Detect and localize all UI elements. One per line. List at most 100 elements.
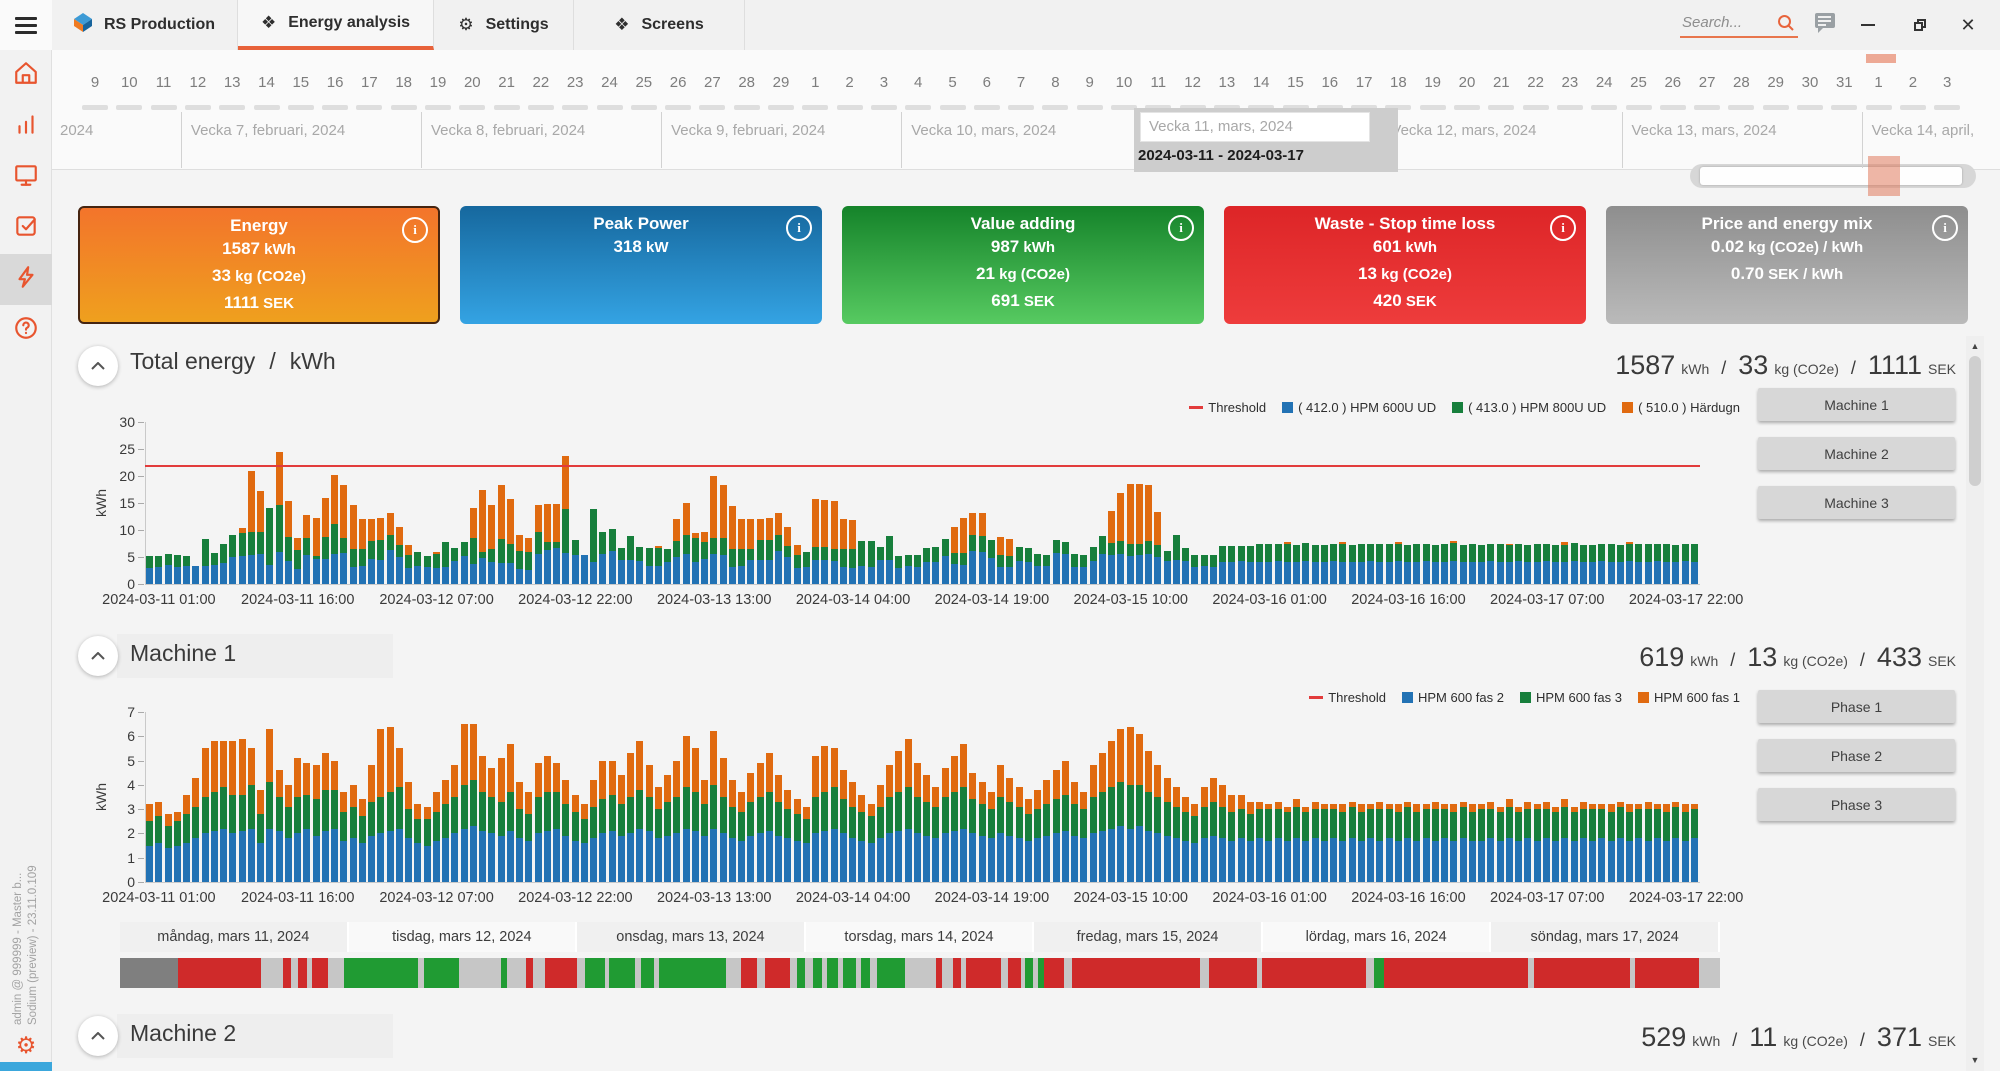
machine-3-button[interactable]: Machine 3 bbox=[1758, 486, 1955, 519]
timeline-day-number[interactable]: 26 bbox=[670, 74, 687, 91]
phase-3-button[interactable]: Phase 3 bbox=[1758, 788, 1955, 821]
status-segment[interactable] bbox=[805, 958, 813, 988]
timeline-day-number[interactable]: 23 bbox=[567, 74, 584, 91]
sidebar-item-energy[interactable] bbox=[0, 254, 52, 305]
day-header[interactable]: tisdag, mars 12, 2024 bbox=[349, 922, 578, 952]
status-segment[interactable] bbox=[261, 958, 283, 988]
status-segment[interactable] bbox=[726, 958, 740, 988]
status-segment[interactable] bbox=[507, 958, 526, 988]
day-header[interactable]: söndag, mars 17, 2024 bbox=[1491, 922, 1720, 952]
timeline-day-number[interactable]: 11 bbox=[1151, 74, 1167, 91]
timeline-day-number[interactable]: 26 bbox=[1664, 74, 1681, 91]
timeline-day-number[interactable]: 13 bbox=[224, 74, 241, 91]
status-segment[interactable] bbox=[1384, 958, 1528, 988]
timeline-day-number[interactable]: 28 bbox=[1733, 74, 1750, 91]
timeline-day-number[interactable]: 6 bbox=[983, 74, 991, 91]
search-input[interactable]: Search... bbox=[1680, 10, 1798, 40]
status-segment[interactable] bbox=[283, 958, 291, 988]
restore-window-button[interactable] bbox=[1900, 0, 1940, 50]
range-selector-position-band[interactable] bbox=[1868, 156, 1900, 196]
status-segment[interactable] bbox=[298, 958, 308, 988]
status-segment[interactable] bbox=[861, 958, 871, 988]
status-segment[interactable] bbox=[609, 958, 635, 988]
timeline-day-number[interactable]: 29 bbox=[773, 74, 790, 91]
day-header[interactable]: fredag, mars 15, 2024 bbox=[1034, 922, 1263, 952]
timeline-day-number[interactable]: 13 bbox=[1219, 74, 1236, 91]
timeline-day-number[interactable]: 1 bbox=[1874, 74, 1882, 91]
status-segment[interactable] bbox=[1699, 958, 1720, 988]
status-segment[interactable] bbox=[1044, 958, 1063, 988]
status-segment[interactable] bbox=[797, 958, 805, 988]
status-segment[interactable] bbox=[1635, 958, 1699, 988]
timeline-day-number[interactable]: 15 bbox=[292, 74, 309, 91]
timeline-day-number[interactable]: 29 bbox=[1767, 74, 1784, 91]
hamburger-menu-icon[interactable] bbox=[0, 0, 52, 50]
tab-screens[interactable]: ❖Screens bbox=[574, 0, 745, 50]
timeline-day-number[interactable]: 21 bbox=[498, 74, 515, 91]
timeline-day-number[interactable]: 9 bbox=[1086, 74, 1094, 91]
timeline-day-number[interactable]: 5 bbox=[948, 74, 956, 91]
status-segment[interactable] bbox=[741, 958, 757, 988]
status-segment[interactable] bbox=[757, 958, 765, 988]
settings-gear-icon[interactable]: ⚙ bbox=[0, 1032, 52, 1059]
status-segment[interactable] bbox=[843, 958, 856, 988]
timeline-day-number[interactable]: 7 bbox=[1017, 74, 1025, 91]
tab-rs-production[interactable]: RS Production bbox=[52, 0, 238, 50]
status-segment[interactable] bbox=[1072, 958, 1200, 988]
status-segment[interactable] bbox=[1534, 958, 1630, 988]
sidebar-item-help[interactable] bbox=[0, 305, 52, 356]
timeline-day-number[interactable]: 3 bbox=[880, 74, 888, 91]
status-segment[interactable] bbox=[827, 958, 838, 988]
week-label[interactable]: Vecka 7, februari, 2024 bbox=[191, 122, 345, 139]
status-segment[interactable] bbox=[545, 958, 577, 988]
timeline-day-number[interactable]: 30 bbox=[1802, 74, 1819, 91]
kpi-card-energy[interactable]: Energyi1587 kWh33 kg (CO2e)1111 SEK bbox=[78, 206, 440, 324]
timeline-day-number[interactable]: 1 bbox=[811, 74, 819, 91]
kpi-card-waste-stop-time-loss[interactable]: Waste - Stop time lossi601 kWh13 kg (CO2… bbox=[1224, 206, 1586, 324]
status-segment[interactable] bbox=[659, 958, 726, 988]
status-segment[interactable] bbox=[459, 958, 501, 988]
status-segment[interactable] bbox=[1064, 958, 1072, 988]
status-segment[interactable] bbox=[1200, 958, 1210, 988]
day-header[interactable]: lördag, mars 16, 2024 bbox=[1263, 922, 1492, 952]
timeline-day-number[interactable]: 24 bbox=[1596, 74, 1613, 91]
status-segment[interactable] bbox=[966, 958, 1001, 988]
timeline-day-number[interactable]: 11 bbox=[156, 74, 172, 91]
timeline-day-number[interactable]: 10 bbox=[121, 74, 138, 91]
timeline-day-number[interactable]: 24 bbox=[601, 74, 618, 91]
machine-1-button[interactable]: Machine 1 bbox=[1758, 388, 1955, 421]
tab-energy-analysis[interactable]: ❖Energy analysis bbox=[238, 0, 434, 50]
week-label[interactable]: Vecka 8, februari, 2024 bbox=[431, 122, 585, 139]
timeline-day-number[interactable]: 27 bbox=[1699, 74, 1716, 91]
status-segment[interactable] bbox=[312, 958, 328, 988]
status-segment[interactable] bbox=[328, 958, 344, 988]
vertical-scrollbar-thumb[interactable] bbox=[1969, 356, 1981, 486]
timeline-day-number[interactable]: 2 bbox=[1909, 74, 1917, 91]
week-label[interactable]: Vecka 14, april, bbox=[1872, 122, 1975, 139]
status-segment[interactable] bbox=[533, 958, 546, 988]
timeline-day-number[interactable]: 19 bbox=[1424, 74, 1441, 91]
status-segment[interactable] bbox=[424, 958, 459, 988]
close-button[interactable]: ✕ bbox=[1948, 0, 1988, 50]
timeline-day-number[interactable]: 25 bbox=[635, 74, 652, 91]
timeline-day-number[interactable]: 25 bbox=[1630, 74, 1647, 91]
timeline-day-number[interactable]: 27 bbox=[704, 74, 721, 91]
timeline-day-number[interactable]: 3 bbox=[1943, 74, 1951, 91]
status-segment[interactable] bbox=[178, 958, 261, 988]
week-label[interactable]: Vecka 10, mars, 2024 bbox=[911, 122, 1056, 139]
timeline-day-number[interactable]: 2 bbox=[845, 74, 853, 91]
status-segment[interactable] bbox=[641, 958, 654, 988]
phase-1-button[interactable]: Phase 1 bbox=[1758, 690, 1955, 723]
collapse-machine1-button[interactable] bbox=[78, 636, 118, 676]
timeline-day-number[interactable]: 22 bbox=[1527, 74, 1544, 91]
info-icon[interactable]: i bbox=[1550, 215, 1576, 241]
day-header[interactable]: torsdag, mars 14, 2024 bbox=[806, 922, 1035, 952]
status-segment[interactable] bbox=[1262, 958, 1366, 988]
status-segment[interactable] bbox=[120, 958, 178, 988]
status-segment[interactable] bbox=[1025, 958, 1033, 988]
kpi-card-peak-power[interactable]: Peak Poweri318 kW bbox=[460, 206, 822, 324]
timeline-day-number[interactable]: 18 bbox=[395, 74, 412, 91]
status-segment[interactable] bbox=[765, 958, 791, 988]
info-icon[interactable]: i bbox=[1932, 215, 1958, 241]
sidebar-item-home[interactable] bbox=[0, 50, 52, 101]
